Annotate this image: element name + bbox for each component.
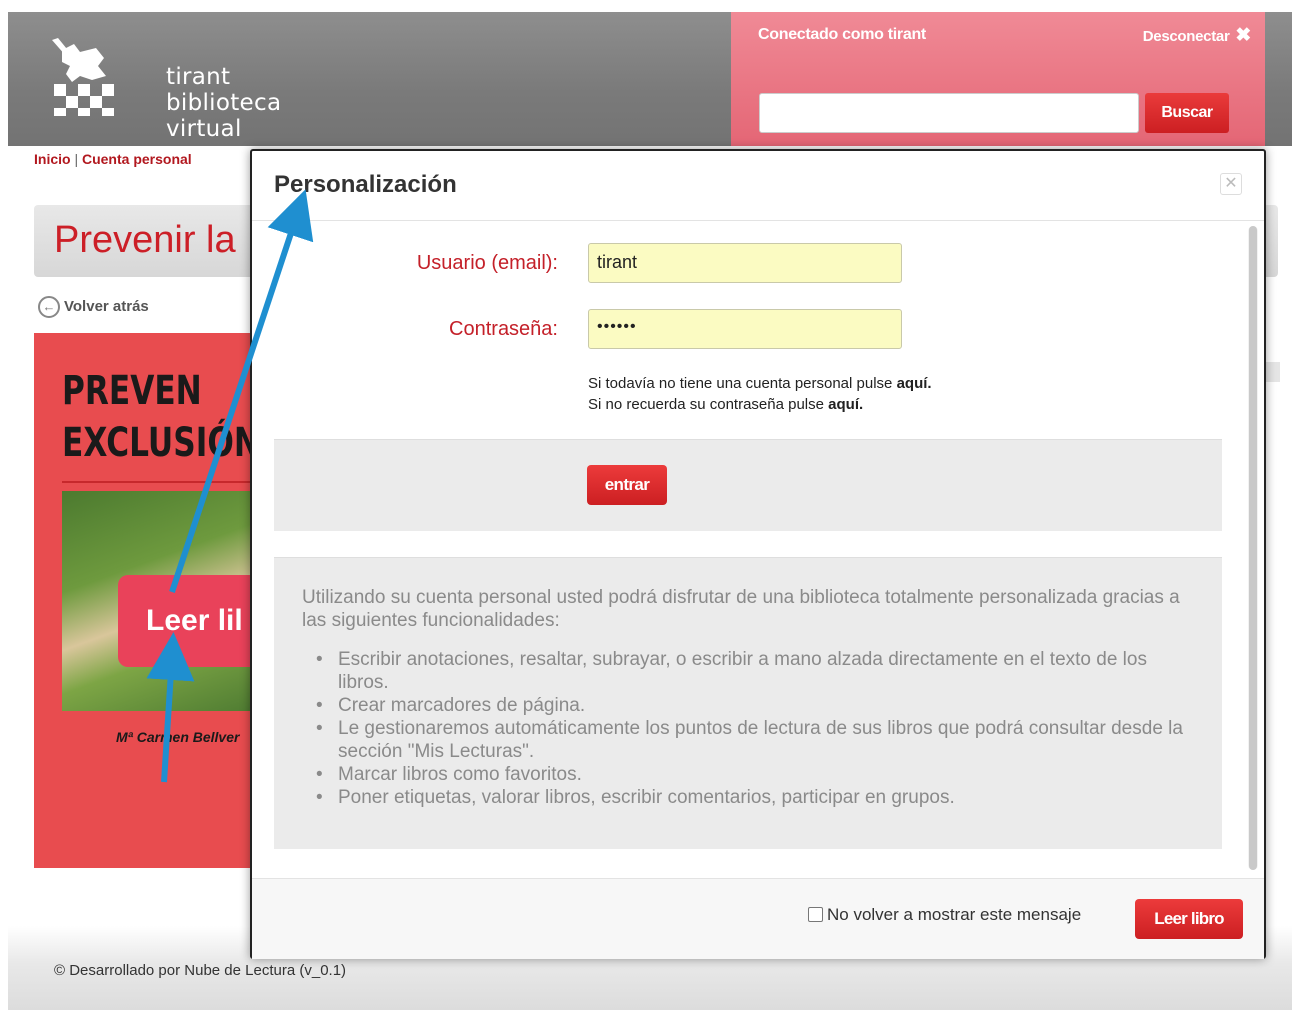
logo-line-2: biblioteca virtual: [166, 90, 282, 142]
close-icon: ✖: [1235, 25, 1251, 46]
list-item: Escribir anotaciones, resaltar, subrayar…: [316, 648, 1198, 694]
modal-header: Personalización ✕: [252, 151, 1264, 221]
modal-scrollbar[interactable]: [1248, 226, 1258, 870]
features-intro: Utilizando su cuenta personal usted podr…: [302, 587, 1180, 631]
user-label: Usuario (email):: [416, 252, 558, 274]
breadcrumb-home[interactable]: Inicio: [34, 151, 71, 167]
features-list: Escribir anotaciones, resaltar, subrayar…: [316, 648, 1198, 809]
footer-credit: © Desarrollado por Nube de Lectura (v_0.…: [54, 962, 347, 979]
list-item: Crear marcadores de página.: [316, 694, 1198, 717]
list-item: Poner etiquetas, valorar libros, escribi…: [316, 786, 1198, 809]
site-logo[interactable]: tirant biblioteca virtual: [44, 36, 364, 142]
connected-user: tirant: [887, 26, 927, 43]
create-account-link[interactable]: aquí.: [897, 375, 932, 392]
account-hints: Si todavía no tiene una cuenta personal …: [588, 373, 932, 415]
password-field[interactable]: ••••••: [588, 309, 902, 349]
modal-footer: No volver a mostrar este mensaje Leer li…: [252, 878, 1264, 959]
close-icon[interactable]: ✕: [1220, 173, 1242, 195]
personalization-modal: Personalización ✕ Usuario (email): tiran…: [250, 149, 1266, 959]
session-panel: Conectado como tirant Desconectar ✖ Busc…: [731, 12, 1265, 146]
search-button[interactable]: Buscar: [1145, 93, 1229, 133]
page-title: Prevenir la: [54, 219, 236, 261]
login-actions-band: entrar: [274, 439, 1222, 531]
password-label: Contraseña:: [449, 318, 558, 340]
read-book-button[interactable]: Leer libro: [1135, 899, 1243, 939]
recover-password-link[interactable]: aquí.: [828, 396, 863, 413]
dont-show-again[interactable]: No volver a mostrar este mensaje: [808, 905, 1081, 925]
knight-logo-icon: [52, 38, 114, 116]
cover-divider: [62, 481, 256, 483]
dont-show-label: No volver a mostrar este mensaje: [827, 905, 1082, 924]
breadcrumb-current[interactable]: Cuenta personal: [82, 151, 192, 167]
enter-button[interactable]: entrar: [587, 465, 667, 505]
list-item: Marcar libros como favoritos.: [316, 763, 1198, 786]
back-label: Volver atrás: [64, 297, 149, 315]
cover-read-button[interactable]: Leer lil: [118, 575, 256, 667]
hint-line-2: Si no recuerda su contraseña pulse aquí.: [588, 394, 932, 415]
disconnect-label: Desconectar: [1142, 28, 1230, 45]
hint-1-text: Si todavía no tiene una cuenta personal …: [588, 375, 897, 392]
search-input[interactable]: [759, 93, 1139, 133]
cover-title: PREVEN EXCLUSIÓN: [62, 365, 256, 469]
hint-line-1: Si todavía no tiene una cuenta personal …: [588, 373, 932, 394]
connected-prefix: Conectado como: [758, 26, 888, 43]
back-link[interactable]: ← Volver atrás: [38, 296, 149, 318]
breadcrumb-separator: |: [74, 151, 79, 167]
scrollbar-thumb[interactable]: [1249, 226, 1257, 870]
list-item: Le gestionaremos automáticamente los pun…: [316, 717, 1198, 763]
arrow-left-icon: ←: [38, 296, 60, 318]
features-info-box: Utilizando su cuenta personal usted podr…: [274, 557, 1222, 849]
book-cover[interactable]: PREVEN EXCLUSIÓN Leer lil Mª Carmen Bell…: [34, 333, 256, 868]
dont-show-checkbox[interactable]: [808, 907, 823, 922]
hint-2-text: Si no recuerda su contraseña pulse: [588, 396, 829, 413]
breadcrumb: Inicio | Cuenta personal: [34, 151, 192, 167]
user-email-field[interactable]: tirant: [588, 243, 902, 283]
cover-author: Mª Carmen Bellver: [116, 729, 240, 745]
cover-title-line-2: EXCLUSIÓN: [62, 420, 256, 466]
cover-title-line-1: PREVEN: [62, 368, 202, 414]
modal-body: Usuario (email): tirant Contraseña: ••••…: [252, 222, 1264, 878]
disconnect-link[interactable]: Desconectar ✖: [1142, 24, 1252, 47]
connected-as-text: Conectado como tirant: [758, 26, 926, 44]
modal-title: Personalización: [274, 171, 457, 198]
logo-line-1: tirant: [166, 64, 231, 90]
